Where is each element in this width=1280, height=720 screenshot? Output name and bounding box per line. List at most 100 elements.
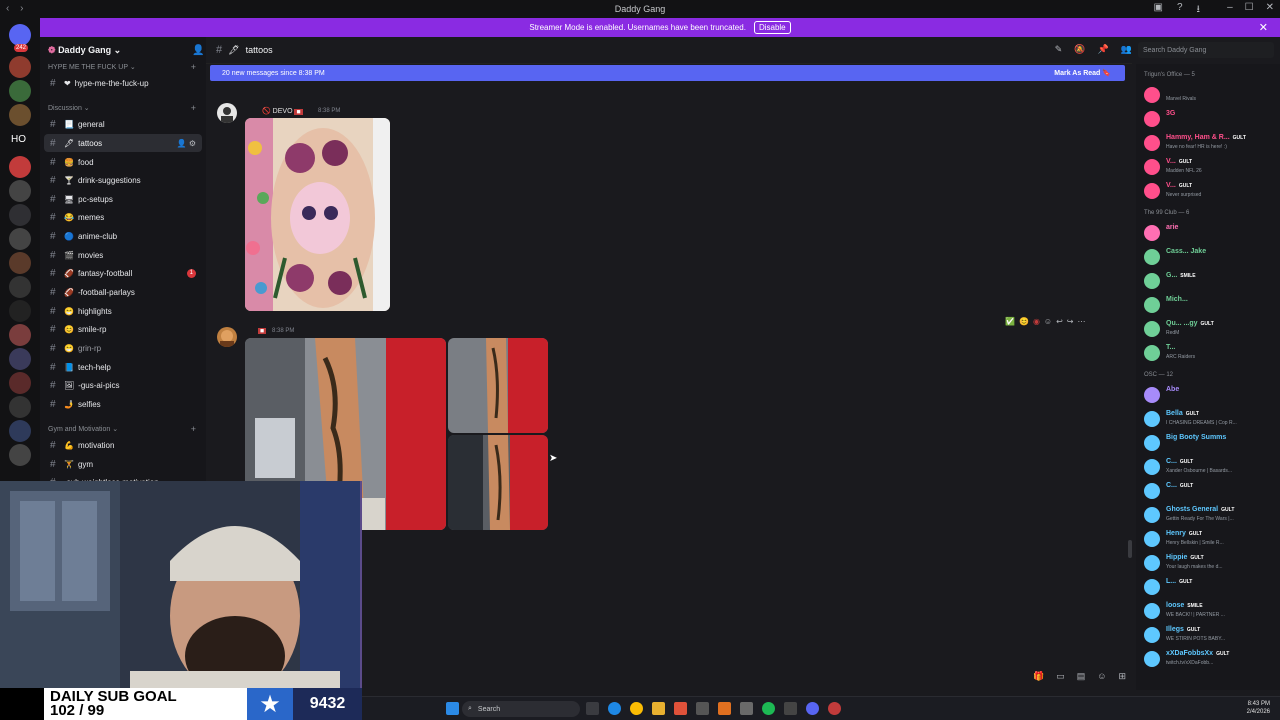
server-icon[interactable] [9,204,31,226]
channel-hype-me-the-fuck-up[interactable]: # ❤ hype-me-the-fuck-up [44,74,202,92]
channel-anime-club[interactable]: # 🔵 anime-club [44,227,202,245]
member-item[interactable]: Henry GULT Henry Bellskin | Smile R... [1142,528,1276,550]
app-icon[interactable] [828,702,841,715]
app-icon[interactable] [740,702,753,715]
taskbar-search[interactable]: ⌕ Search [462,701,580,717]
server-icon[interactable] [9,444,31,466]
back-forward-icon[interactable]: ‹ › [6,3,27,14]
server-icon[interactable] [9,80,31,102]
task-view-icon[interactable] [586,702,599,715]
gift-icon[interactable]: 🎁 [1033,671,1044,688]
member-item[interactable]: xXDaFobbsXx GULT twitch.tv/xXDaFobb... [1142,648,1276,670]
server-name[interactable]: ❁ Daddy Gang ⌄ 👤 [48,45,204,56]
add-channel-icon[interactable]: + [191,62,196,72]
channel-highlights[interactable]: # 😁 highlights [44,302,202,320]
disable-button[interactable]: Disable [753,21,791,34]
store-icon[interactable] [696,702,709,715]
channel-movies[interactable]: # 🎬 movies [44,246,202,264]
member-item[interactable]: V... GULT Never surprised [1142,180,1276,202]
channel-memes[interactable]: # 😂 memes [44,208,202,226]
avatar[interactable] [217,327,237,347]
edge-icon[interactable] [608,702,621,715]
reaction-icon[interactable]: ◉ [1033,317,1040,326]
server-initial[interactable]: HO [11,134,26,145]
member-item[interactable]: C... GULT [1142,480,1276,502]
tattoo-image[interactable] [448,338,548,433]
apps-icon[interactable]: ⊞ [1118,671,1126,688]
gif-icon[interactable]: ▭ [1056,671,1065,688]
server-icon[interactable] [9,348,31,370]
server-icon[interactable] [9,276,31,298]
server-icon[interactable] [9,228,31,250]
discord-icon[interactable] [806,702,819,715]
search-input[interactable]: Search Daddy Gang [1138,42,1274,58]
channel-selfies[interactable]: # 🤳 selfies [44,395,202,413]
invite-icon[interactable]: 👤 [192,45,204,56]
server-icon[interactable] [9,156,31,178]
channel-football-parlays[interactable]: # 🏈 -football-parlays [44,283,202,301]
minimize-icon[interactable]: – [1227,2,1233,13]
member-item[interactable]: Cass... Jake [1142,246,1276,268]
avatar[interactable] [217,103,237,123]
member-item[interactable]: arie [1142,222,1276,244]
server-icon[interactable] [9,420,31,442]
server-icon[interactable] [9,252,31,274]
close-icon[interactable]: ✕ [1266,2,1274,13]
member-item[interactable]: L... GULT [1142,576,1276,598]
message-author[interactable]: ◼ [258,327,267,334]
channel-food[interactable]: # 🍔 food [44,153,202,171]
maximize-icon[interactable]: ☐ [1245,2,1254,13]
channel-pc-setups[interactable]: # 🖥 pc-setups [44,190,202,208]
channel-motivation[interactable]: # 💪 motivation [44,436,202,454]
chrome-icon[interactable] [630,702,643,715]
forward-icon[interactable]: ↪ [1067,317,1074,326]
mute-icon[interactable]: 🔕 [1074,44,1085,55]
download-icon[interactable]: ⭳ [1197,2,1201,19]
server-icon[interactable] [9,396,31,418]
server-icon[interactable] [9,324,31,346]
member-list-icon[interactable]: 👥 [1121,44,1132,55]
member-item[interactable]: Bella GULT I CHASING DREAMS | Cop R... [1142,408,1276,430]
help-icon[interactable]: ? [1177,2,1183,19]
member-item[interactable]: T... ARC Raiders [1142,342,1276,364]
member-item[interactable]: Big Booty Summs [1142,432,1276,454]
server-icon[interactable] [9,300,31,322]
member-item[interactable]: Marvel Rivals [1142,84,1276,106]
add-reaction-icon[interactable]: ☺ [1044,317,1052,326]
member-item[interactable]: loose SMILE WE BACK!! | PARTNER ... [1142,600,1276,622]
server-icon[interactable] [9,56,31,78]
server-icon[interactable] [9,372,31,394]
more-options-icon[interactable]: ⋯ [1078,317,1086,326]
reaction-emoji-icon[interactable]: 😊 [1019,317,1029,326]
member-item[interactable]: V... GULT Madden NFL 26 [1142,156,1276,178]
channel-tech-help[interactable]: # 📘 tech-help [44,358,202,376]
emoji-icon[interactable]: ☺ [1097,671,1106,688]
channel-grin-rp[interactable]: # 😁 grin-rp [44,339,202,357]
channel-smile-rp[interactable]: # 😊 smile-rp [44,320,202,338]
channel-general[interactable]: # 📃 general [44,115,202,133]
member-item[interactable]: C... GULT Xander Osbourne | Basards... [1142,456,1276,478]
windows-start-icon[interactable] [446,702,459,715]
threads-icon[interactable]: ✎ [1055,44,1063,55]
home-icon[interactable] [9,24,31,46]
pin-icon[interactable]: 📌 [1098,44,1109,55]
member-item[interactable]: Mich... [1142,294,1276,316]
channel-drink-suggestions[interactable]: # 🍸 drink-suggestions [44,171,202,189]
member-item[interactable]: Ghosts General GULT Gettin Ready For The W… [1142,504,1276,526]
channel-fantasy-football[interactable]: # 🏈 fantasy-football 1 [44,264,202,282]
category-header[interactable]: Gym and Motivation ⌄ + [48,424,198,434]
spotify-icon[interactable] [762,702,775,715]
channel-tattoos[interactable]: # 🖋 tattoos 👤 ⚙ [44,134,202,152]
member-item[interactable]: 3G [1142,108,1276,130]
tattoo-image[interactable] [448,435,548,530]
member-item[interactable]: G... SMILE [1142,270,1276,292]
inbox-icon[interactable]: ▣ [1153,2,1162,19]
reaction-check-icon[interactable]: ✅ [1005,317,1015,326]
add-channel-icon[interactable]: + [191,424,196,434]
member-item[interactable]: Hammy, Ham & R... GULT Have no fear! HR is… [1142,132,1276,154]
member-item[interactable]: Hippie GULT Your laugh makes the d... [1142,552,1276,574]
message-author[interactable]: 🚫 DEVO ◼ [262,107,303,115]
reply-icon[interactable]: ↩ [1056,317,1063,326]
app-icon[interactable] [784,702,797,715]
category-header[interactable]: HYPE ME THE FUCK UP ⌄ + [48,62,198,72]
